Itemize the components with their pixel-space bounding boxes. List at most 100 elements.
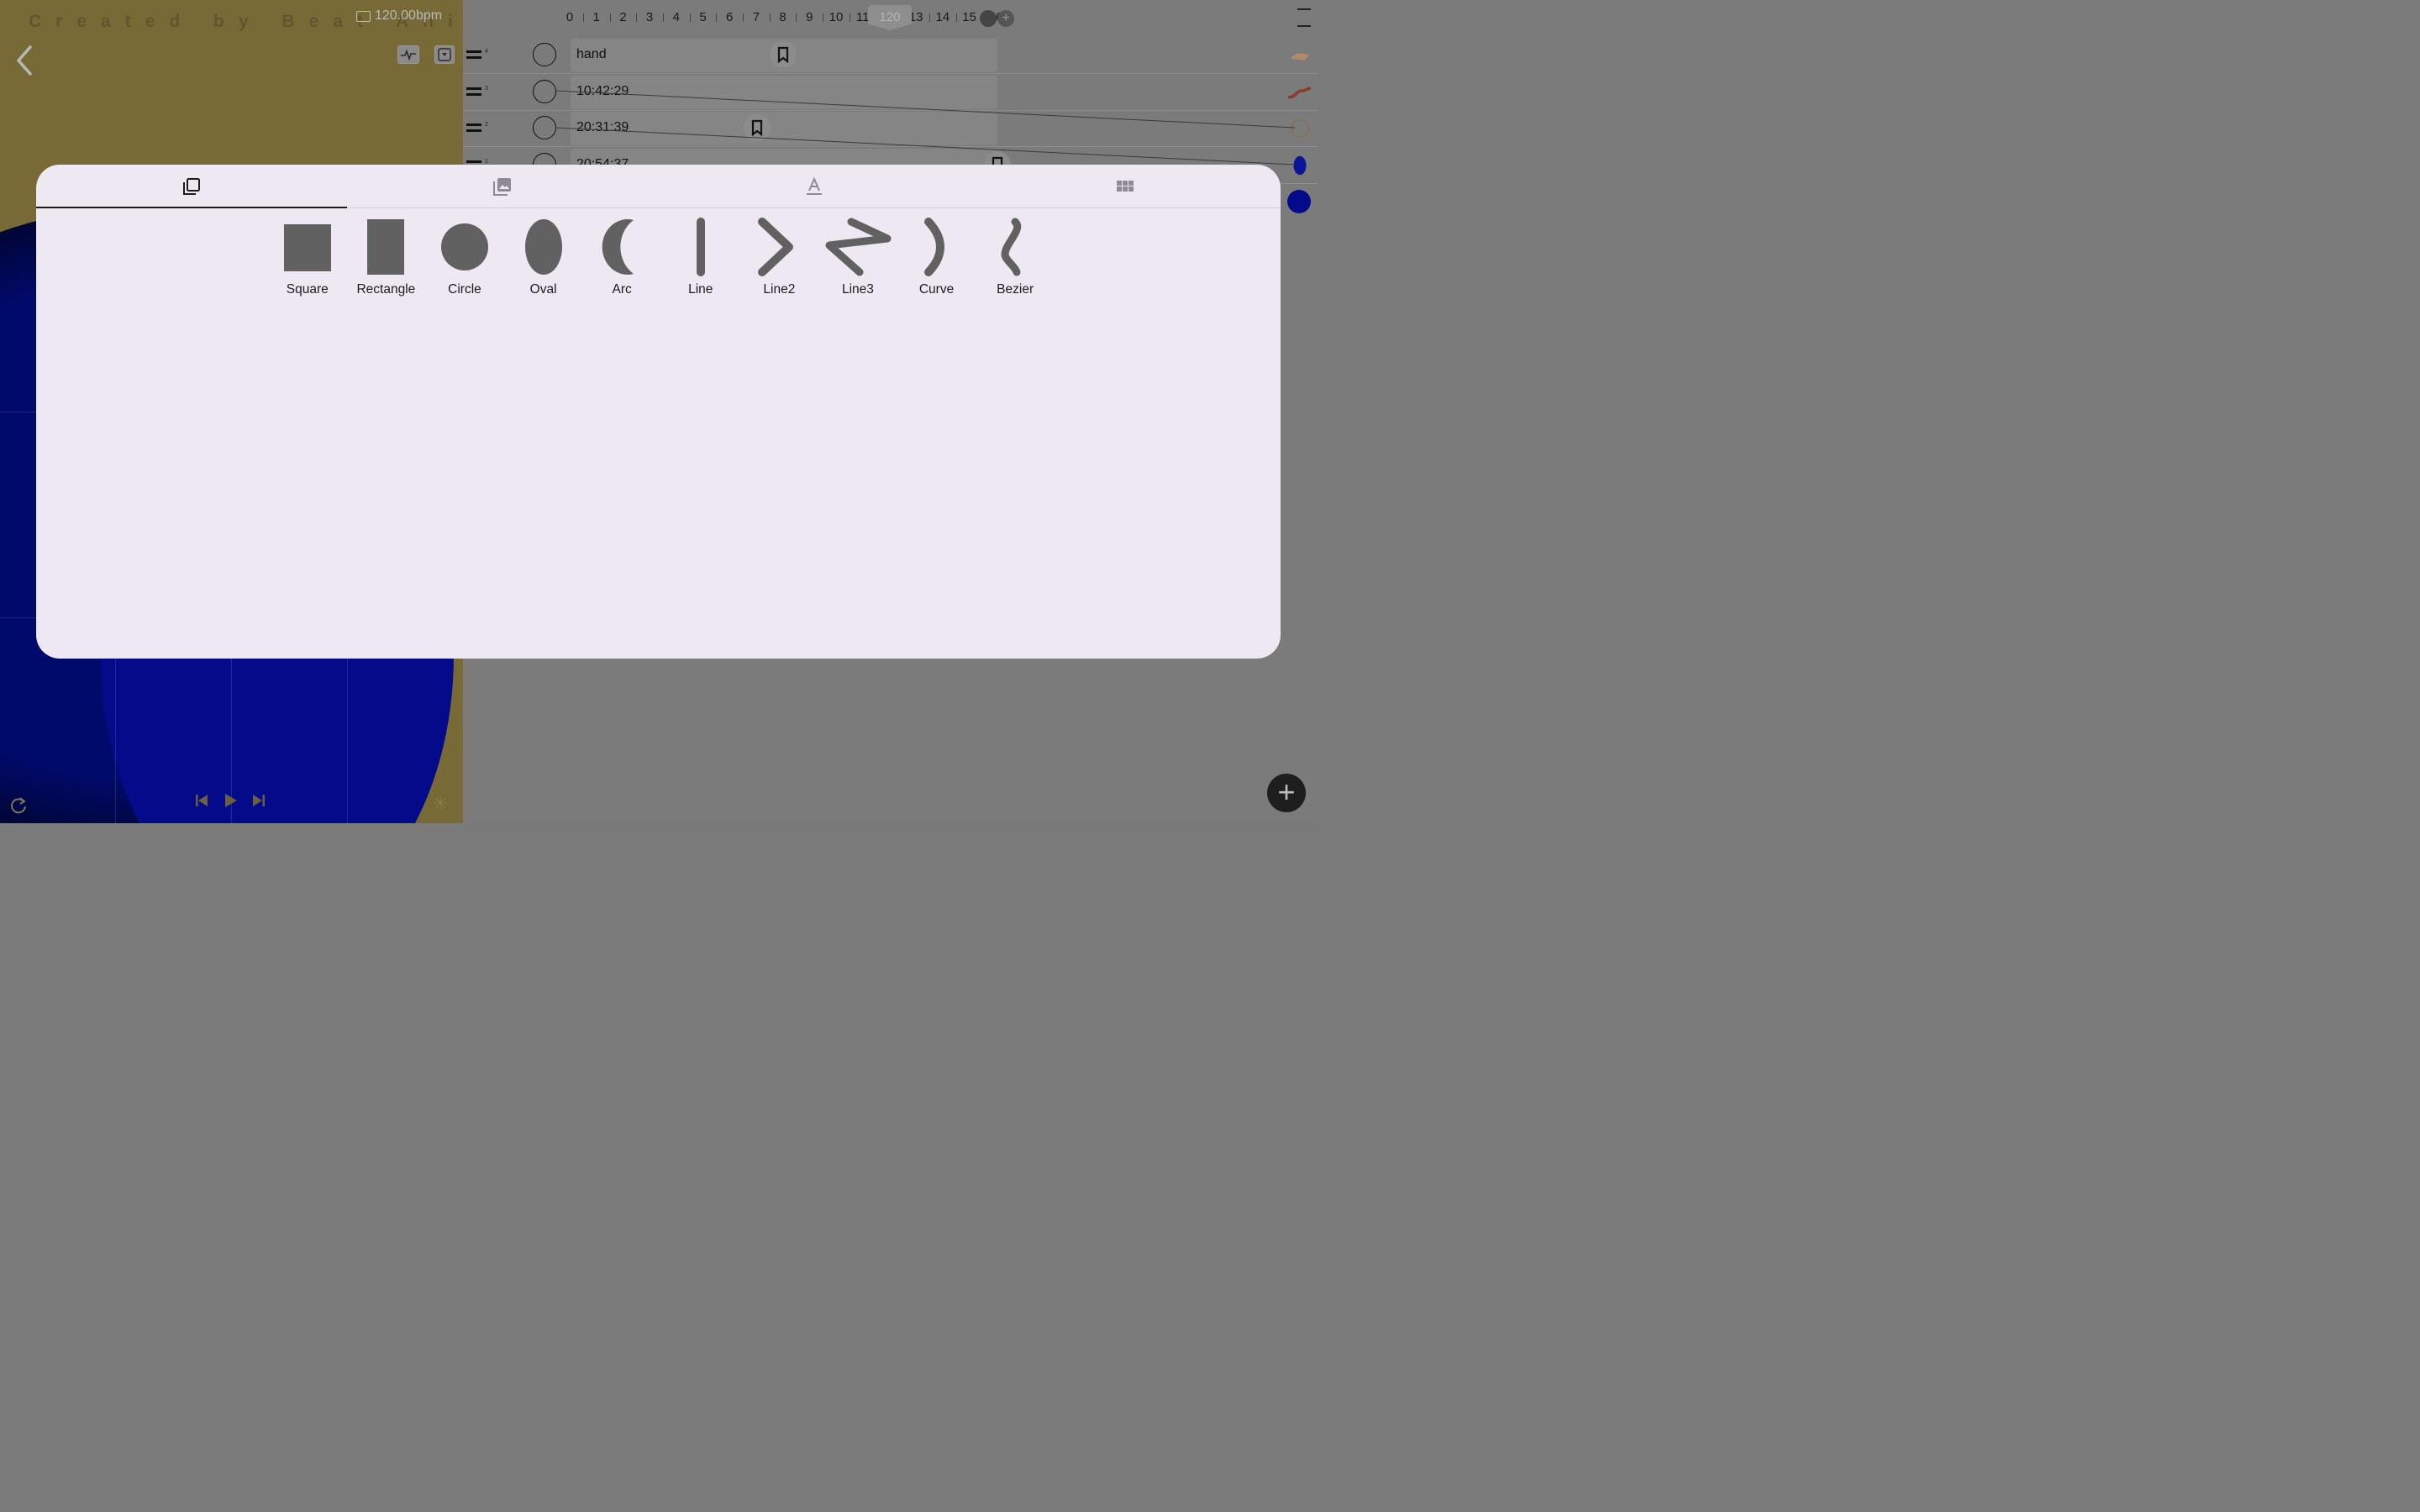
- ruler-tick-label: 14: [935, 10, 950, 24]
- shape-label: Line: [688, 282, 713, 297]
- ruler-tick-label: 0: [566, 10, 574, 24]
- shape-option-circle[interactable]: Circle: [425, 217, 504, 297]
- timeline-track[interactable]: 4 hand: [463, 37, 1318, 74]
- add-layer-button[interactable]: +: [1267, 774, 1306, 812]
- shape-label: Oval: [529, 282, 557, 297]
- ruler-tick-label: 9: [806, 10, 813, 24]
- shape-option-line2[interactable]: Line2: [740, 217, 819, 297]
- ruler-tick-label: 5: [699, 10, 707, 24]
- skip-forward-icon[interactable]: [250, 792, 267, 809]
- layer-type-icon[interactable]: [533, 43, 556, 66]
- line2-shape-icon: [745, 217, 813, 277]
- picker-tab-bar: [36, 165, 1281, 208]
- tab-text[interactable]: [659, 165, 970, 207]
- shape-option-arc[interactable]: Arc: [582, 217, 661, 297]
- timeline-track[interactable]: 2 20:31:39: [463, 110, 1318, 147]
- shape-grid: Square Rectangle Circle Oval Arc Line Line2 Lin…: [268, 217, 1055, 297]
- bpm-indicator[interactable]: 120.00bpm: [356, 8, 442, 24]
- shape-option-oval[interactable]: Oval: [504, 217, 583, 297]
- layer-number: 4: [485, 49, 488, 55]
- arc-shape-icon: [588, 217, 655, 277]
- ruler-tick-mark: [609, 13, 611, 22]
- ruler-tick-label: 1: [592, 10, 600, 24]
- track-label: hand: [576, 47, 607, 61]
- bookmark-icon[interactable]: [770, 41, 797, 68]
- track-clip[interactable]: [571, 75, 997, 109]
- refresh-icon: [11, 797, 26, 814]
- shape-label: Square: [286, 282, 329, 297]
- layer-type-icon[interactable]: [533, 116, 556, 139]
- bookmark-icon[interactable]: [744, 114, 771, 141]
- shape-option-rectangle[interactable]: Rectangle: [347, 217, 426, 297]
- line-shape-icon: [667, 217, 734, 277]
- tab-shapes[interactable]: [36, 165, 348, 208]
- layer-thumbnail-icon[interactable]: [1287, 117, 1313, 140]
- ruler-tick-mark: [743, 13, 744, 22]
- ruler-tick-label: 8: [779, 10, 786, 24]
- shape-label: Circle: [448, 282, 481, 297]
- square-shape-icon: [274, 217, 341, 277]
- shape-label: Curve: [918, 282, 955, 297]
- circle-shape-icon: [431, 217, 498, 277]
- layer-thumbnail-icon[interactable]: [1287, 44, 1313, 67]
- ruler-tick-label: 4: [672, 10, 680, 24]
- sparkle-icon[interactable]: ✳: [433, 793, 448, 815]
- back-button[interactable]: [12, 44, 37, 77]
- shape-picker-sheet: Square Rectangle Circle Oval Arc Line Line2 Lin…: [36, 165, 1281, 659]
- skip-back-icon[interactable]: [193, 792, 210, 809]
- layer-type-icon[interactable]: [533, 79, 556, 103]
- shape-option-curve[interactable]: Curve: [897, 217, 976, 297]
- ruler-tick-mark: [582, 13, 584, 22]
- drag-handle-icon[interactable]: [466, 50, 481, 59]
- ruler-tick-label: 7: [752, 10, 760, 24]
- shape-label: Arc: [612, 282, 632, 297]
- rectangle-shape-icon: [352, 217, 419, 277]
- oval-shape-icon: [510, 217, 577, 277]
- ruler-tick-label: 15: [962, 10, 976, 24]
- grid-icon: [1116, 180, 1134, 192]
- ruler-tick-mark: [716, 13, 718, 22]
- timeline-track[interactable]: 3 10:42:29: [463, 74, 1318, 111]
- ruler-tick-label: 3: [645, 10, 654, 24]
- ruler-tick-mark: [955, 13, 957, 22]
- playback-controls: [193, 792, 267, 809]
- layer-thumbnail-icon[interactable]: [1287, 154, 1313, 177]
- loop-button[interactable]: [8, 795, 29, 819]
- ruler-tick-mark: [689, 13, 691, 22]
- track-label: 20:31:39: [576, 120, 629, 134]
- ruler-tick-mark: [636, 13, 638, 22]
- hourglass-icon[interactable]: [1297, 8, 1311, 27]
- ruler-end-marker[interactable]: [980, 10, 997, 27]
- export-button[interactable]: [434, 45, 455, 64]
- shape-option-bezier[interactable]: Bezier: [976, 217, 1055, 297]
- layer-thumbnail-icon[interactable]: [1287, 81, 1313, 104]
- add-beat-button[interactable]: +: [997, 10, 1014, 27]
- tab-images[interactable]: [347, 165, 658, 207]
- shape-option-square[interactable]: Square: [268, 217, 347, 297]
- image-gallery-icon: [493, 177, 512, 196]
- drag-handle-icon[interactable]: [466, 123, 481, 132]
- curve-shape-icon: [903, 217, 971, 277]
- ruler-tick-label: 2: [619, 10, 627, 24]
- text-icon: [806, 176, 822, 195]
- shapes-icon: [183, 177, 201, 195]
- shape-label: Bezier: [997, 282, 1034, 297]
- chevron-left-icon: [17, 45, 32, 76]
- layer-thumbnail-icon[interactable]: [1287, 190, 1311, 213]
- waveform-button[interactable]: [397, 45, 419, 64]
- bezier-shape-icon: [981, 217, 1049, 277]
- ruler-tick-mark: [929, 13, 930, 22]
- shape-option-line[interactable]: Line: [661, 217, 740, 297]
- play-icon[interactable]: [222, 792, 239, 809]
- waveform-icon: [356, 10, 371, 22]
- track-label: 10:42:29: [576, 83, 629, 98]
- ruler-tick-mark: [769, 13, 771, 22]
- tab-grid[interactable]: [970, 165, 1281, 207]
- track-clip[interactable]: [571, 112, 997, 145]
- ruler-tick-mark: [796, 13, 797, 22]
- layer-number: 1: [485, 158, 488, 165]
- download-icon: [438, 48, 451, 61]
- shape-option-line3[interactable]: Line3: [818, 217, 897, 297]
- drag-handle-icon[interactable]: [466, 87, 481, 96]
- ruler-tick-label: 10: [829, 10, 844, 24]
